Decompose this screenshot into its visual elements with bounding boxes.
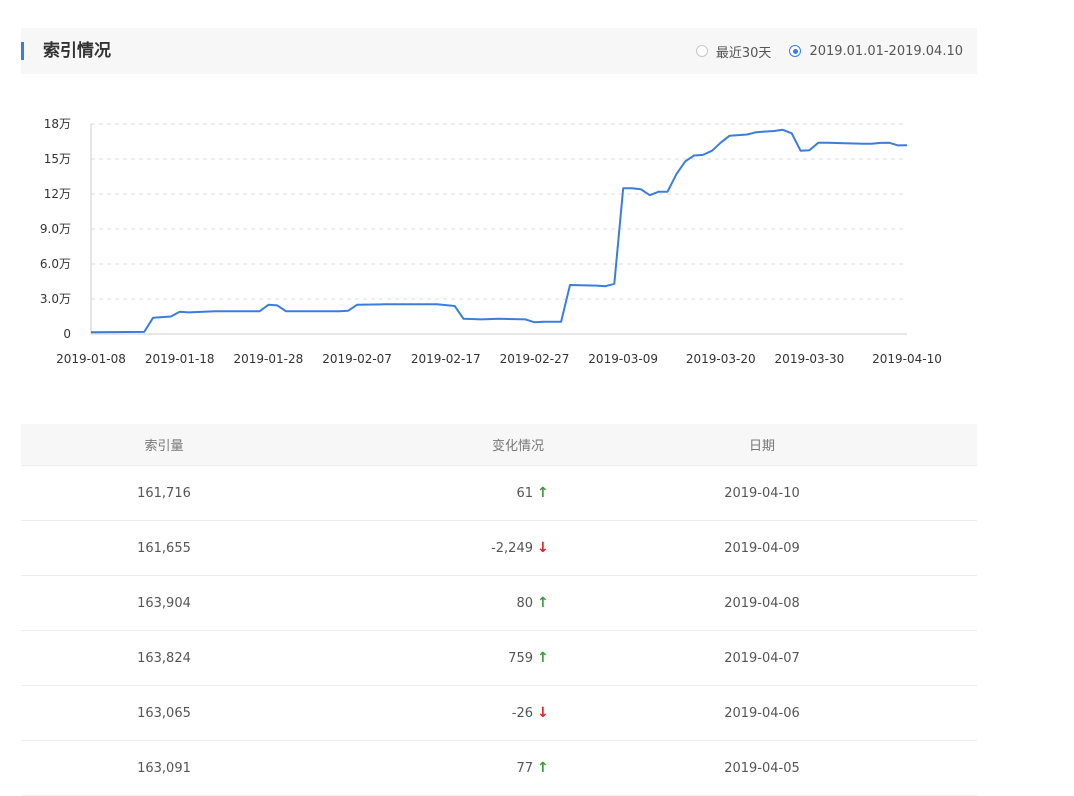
x-tick-label: 2019-02-17: [411, 352, 481, 366]
arrow-up-icon: ↑: [537, 760, 549, 776]
change-value: -2,249: [491, 540, 533, 556]
arrow-down-icon: ↓: [537, 705, 549, 721]
cell-count: 163,824: [137, 650, 191, 666]
y-tick-label: 0: [63, 327, 71, 341]
header-change: 变化情况: [307, 424, 547, 465]
cell-change: 80 ↑: [307, 576, 549, 630]
x-tick-label: 2019-03-30: [775, 352, 845, 366]
change-value: 77: [516, 760, 533, 776]
y-tick-label: 18万: [44, 117, 71, 131]
option-label: 2019.01.01-2019.04.10: [809, 43, 963, 59]
y-tick-label: 12万: [44, 187, 71, 201]
option-last-30-days[interactable]: 最近30天: [695, 42, 772, 61]
arrow-down-icon: ↓: [537, 540, 549, 556]
cell-change: -2,249 ↓: [307, 521, 549, 575]
table-row: 161,716 61 ↑ 2019-04-10: [21, 466, 977, 521]
series-line: [90, 128, 908, 334]
section-header: 索引情况 最近30天 2019.01.01-2019.04.10: [21, 28, 977, 74]
x-tick-label: 2019-02-27: [500, 352, 570, 366]
table-body: 161,716 61 ↑ 2019-04-10 161,655 -2,249 ↓ 2019-0…: [21, 466, 977, 796]
header-date: 日期: [748, 439, 775, 454]
change-value: 759: [508, 650, 533, 666]
cell-date: 2019-04-06: [724, 705, 800, 721]
section-title: 索引情况: [43, 41, 111, 61]
cell-change: 77 ↑: [307, 741, 549, 795]
x-tick-label: 2019-01-28: [234, 352, 304, 366]
cell-change: 61 ↑: [307, 466, 549, 520]
table-header: 索引量 变化情况 日期: [21, 424, 977, 466]
change-value: 80: [516, 595, 533, 611]
option-label: 最近30天: [715, 45, 772, 61]
cell-date: 2019-04-07: [724, 650, 800, 666]
change-value: 61: [516, 485, 533, 501]
arrow-up-icon: ↑: [537, 595, 549, 611]
x-tick-label: 2019-03-20: [686, 352, 756, 366]
y-tick-label: 15万: [44, 152, 71, 166]
cell-count: 163,091: [137, 760, 191, 776]
arrow-up-icon: ↑: [537, 650, 549, 666]
table-row: 163,904 80 ↑ 2019-04-08: [21, 576, 977, 631]
x-tick-label: 2019-01-18: [145, 352, 215, 366]
cell-date: 2019-04-09: [724, 540, 800, 556]
cell-count: 163,904: [137, 595, 191, 611]
cell-count: 161,716: [137, 485, 191, 501]
x-tick-label: 2019-03-09: [588, 352, 658, 366]
date-range-options: 最近30天 2019.01.01-2019.04.10: [678, 28, 963, 74]
cell-change: -26 ↓: [307, 686, 549, 740]
cell-count: 163,065: [137, 705, 191, 721]
index-line-chart: 0 3.0万 6.0万 9.0万 12万 15万 18万 2019-01-08 2019-01-…: [40, 117, 942, 366]
table-row: 161,655 -2,249 ↓ 2019-04-09: [21, 521, 977, 576]
cell-date: 2019-04-05: [724, 760, 800, 776]
cell-date: 2019-04-08: [724, 595, 800, 611]
table-row: 163,091 77 ↑ 2019-04-05: [21, 741, 977, 796]
change-value: -26: [511, 705, 533, 721]
x-tick-label: 2019-02-07: [322, 352, 392, 366]
radio-unchecked-icon[interactable]: [695, 45, 708, 57]
x-tick-label: 2019-04-10: [872, 352, 942, 366]
cell-change: 759 ↑: [307, 631, 549, 685]
header-accent-bar: [21, 42, 24, 60]
table-row: 163,824 759 ↑ 2019-04-07: [21, 631, 977, 686]
header-count: 索引量: [144, 439, 184, 454]
x-tick-label: 2019-01-08: [56, 352, 126, 366]
radio-checked-icon[interactable]: [789, 45, 802, 57]
y-tick-label: 6.0万: [40, 257, 71, 271]
cell-date: 2019-04-10: [724, 485, 800, 501]
y-tick-label: 3.0万: [40, 292, 71, 306]
header-change-label: 变化情况: [491, 439, 544, 454]
arrow-up-icon: ↑: [537, 485, 549, 501]
index-table: 索引量 变化情况 日期 161,716 61 ↑ 2019-04-10 161,655-…: [21, 424, 977, 796]
y-tick-label: 9.0万: [40, 222, 71, 236]
table-row: 163,065 -26 ↓ 2019-04-06: [21, 686, 977, 741]
cell-count: 161,655: [137, 540, 191, 556]
option-custom-range[interactable]: 2019.01.01-2019.04.10: [789, 44, 963, 59]
